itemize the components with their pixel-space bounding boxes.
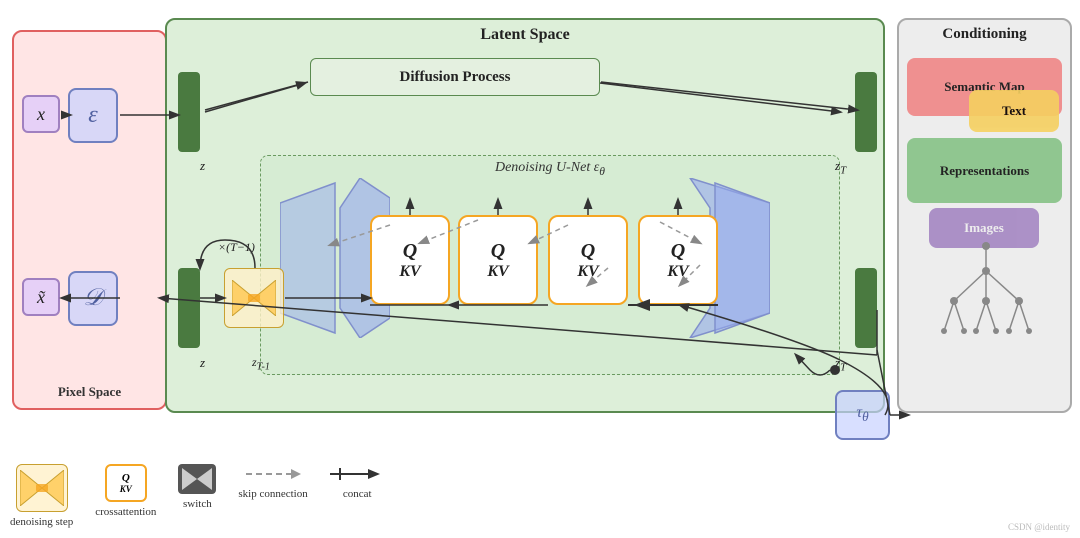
pixel-space-label: Pixel Space — [58, 384, 121, 400]
legend-concat-label: concat — [343, 488, 372, 500]
concat-icon — [330, 464, 385, 484]
diffusion-process-label: Diffusion Process — [400, 69, 511, 86]
x-tilde-variable: x̃ — [22, 278, 60, 316]
legend: denoising step Q KV crossattention switc… — [10, 464, 385, 528]
x-tilde-label: x̃ — [37, 287, 45, 308]
denoising-step-icon — [16, 464, 68, 512]
latent-space-label: Latent Space — [480, 26, 569, 44]
green-pillar-left-top — [178, 72, 200, 152]
watermark: CSDN @identity — [1008, 522, 1070, 532]
legend-cross-attention: Q KV crossattention — [95, 464, 156, 518]
zT-label-right-top: zT — [835, 158, 846, 177]
conditioning-box: Conditioning Semantic Map Text Represent… — [897, 18, 1072, 413]
zT1-label: zT-1 — [252, 355, 270, 372]
times-label: ×(T−1) — [218, 240, 255, 255]
unet-label: Denoising U-Net εθ — [495, 160, 605, 178]
encoder-label: ε — [88, 102, 97, 129]
legend-skip-label: skip connection — [238, 488, 307, 500]
pixel-space-box: Pixel Space — [12, 30, 167, 410]
qkv-block-1: Q KV — [370, 215, 450, 305]
x-label: x — [37, 104, 45, 125]
decoder-label: 𝒟 — [83, 285, 102, 312]
cond-text: Text — [969, 90, 1059, 132]
legend-concat: concat — [330, 464, 385, 500]
diffusion-process-box: Diffusion Process — [310, 58, 600, 96]
qkv-block-3: Q KV — [548, 215, 628, 305]
green-pillar-left-bottom — [178, 268, 200, 348]
encoder-box: ε — [68, 88, 118, 143]
legend-switch: switch — [178, 464, 216, 510]
legend-switch-label: switch — [183, 498, 212, 510]
legend-skip-connection: skip connection — [238, 464, 307, 500]
legend-denoising: denoising step — [10, 464, 73, 528]
tau-theta-label: τθ — [856, 404, 868, 425]
green-pillar-right-top — [855, 72, 877, 152]
z-label-left: z — [200, 158, 205, 174]
qkv-legend-icon: Q KV — [105, 464, 147, 502]
green-pillar-right-bottom — [855, 268, 877, 348]
x-variable: x — [22, 95, 60, 133]
tau-theta-box: τθ — [835, 390, 890, 440]
qkv-block-4: Q KV — [638, 215, 718, 305]
conditioning-label: Conditioning — [942, 26, 1026, 43]
qkv-block-2: Q KV — [458, 215, 538, 305]
switch-icon — [178, 464, 216, 494]
denoising-step-diagram — [224, 268, 284, 328]
z-label-left-bottom: z — [200, 355, 205, 371]
skip-connection-icon — [246, 464, 301, 484]
legend-denoising-label: denoising step — [10, 516, 73, 528]
main-container: Pixel Space Latent Space Conditioning Se… — [0, 0, 1080, 538]
decoder-box: 𝒟 — [68, 271, 118, 326]
cond-representations: Representations — [907, 138, 1062, 203]
zT-label-right-bottom: zT — [835, 355, 846, 374]
legend-cross-attention-label: crossattention — [95, 506, 156, 518]
